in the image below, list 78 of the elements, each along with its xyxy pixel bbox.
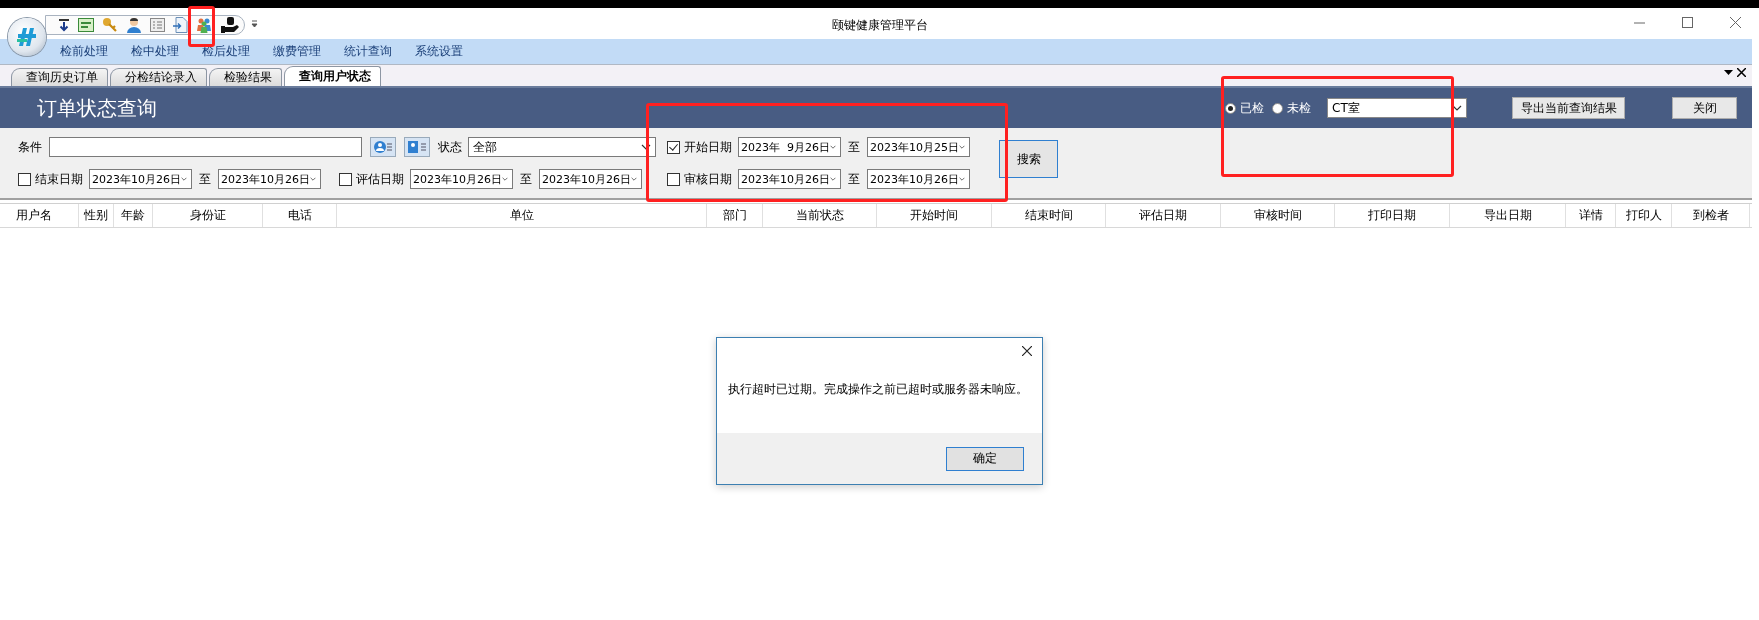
close-icon[interactable] (1737, 68, 1746, 77)
status-label: 状态 (438, 138, 463, 156)
column-header[interactable]: 详情 (1566, 204, 1616, 227)
ok-button[interactable]: 确定 (946, 446, 1024, 471)
range-separator: 至 (847, 138, 861, 156)
date-filter-label: 审核日期 (684, 170, 733, 188)
export-button[interactable]: 导出当前查询结果 (1512, 97, 1625, 119)
menu-item[interactable]: 缴费管理 (273, 43, 344, 60)
menu-item[interactable]: 统计查询 (344, 43, 415, 60)
person-hand-icon[interactable] (220, 17, 240, 33)
column-header[interactable]: 年龄 (114, 204, 153, 227)
download-arrow-icon[interactable] (58, 18, 70, 32)
date-picker[interactable]: 2023年10月26日 (867, 169, 970, 189)
date-picker[interactable]: 2023年10月26日 (738, 169, 841, 189)
error-message: 执行超时已过期。完成操作之前已超时或服务器未响应。 (728, 381, 1028, 398)
radio-label: 未检 (1287, 99, 1311, 117)
app-logo-icon[interactable] (8, 18, 46, 56)
date-picker[interactable]: 2023年10月26日 (89, 169, 192, 189)
menu-item[interactable]: 系统设置 (415, 43, 486, 60)
checkbox[interactable] (667, 140, 680, 154)
room-select[interactable]: CT室 (1327, 98, 1467, 118)
column-header[interactable]: 导出日期 (1450, 204, 1566, 227)
column-header[interactable]: 打印日期 (1335, 204, 1450, 227)
column-header[interactable]: 开始时间 (877, 204, 992, 227)
dropdown-arrow-icon[interactable] (251, 20, 258, 28)
id-card-icon[interactable] (404, 137, 430, 157)
document-arrow-icon[interactable] (173, 17, 188, 33)
column-header[interactable]: 性别 (79, 204, 114, 227)
checkbox[interactable] (339, 172, 352, 186)
column-header[interactable]: 结束时间 (992, 204, 1106, 227)
date-filter-label: 评估日期 (356, 170, 405, 188)
key-icon[interactable] (102, 17, 118, 33)
people-group-icon[interactable] (196, 17, 212, 33)
close-icon[interactable] (1022, 346, 1032, 356)
search-button[interactable]: 搜索 (999, 140, 1058, 178)
range-separator: 至 (198, 170, 212, 188)
list-icon[interactable] (150, 18, 165, 32)
date-filter-label: 结束日期 (35, 170, 84, 188)
date-picker[interactable]: 2023年10月26日 (539, 169, 642, 189)
range-separator: 至 (847, 170, 861, 188)
tab[interactable]: 检验结果 (209, 68, 282, 86)
radio-button[interactable] (1272, 102, 1283, 114)
dropdown-arrow-icon[interactable] (1724, 68, 1733, 77)
tab[interactable]: 查询用户状态 (284, 66, 381, 86)
date-picker[interactable]: 2023年10月25日 (867, 137, 970, 157)
checkbox[interactable] (667, 172, 680, 186)
date-filter-label: 开始日期 (684, 138, 733, 156)
menu-item[interactable]: 检前处理 (60, 43, 131, 60)
date-picker[interactable]: 2023年10月26日 (218, 169, 321, 189)
column-header[interactable]: 到检者 (1672, 204, 1750, 227)
condition-label: 条件 (18, 138, 43, 156)
column-header[interactable]: 电话 (263, 204, 337, 227)
column-header[interactable]: 打印人 (1616, 204, 1672, 227)
column-header[interactable]: 评估日期 (1106, 204, 1221, 227)
tab[interactable]: 分检结论录入 (110, 68, 207, 86)
highlight-frame (188, 6, 215, 47)
tab[interactable]: 查询历史订单 (11, 68, 108, 86)
condition-field[interactable] (49, 137, 362, 157)
column-header[interactable]: 单位 (337, 204, 707, 227)
column-header[interactable]: 审核时间 (1221, 204, 1335, 227)
form-icon[interactable] (78, 18, 94, 32)
radio-button[interactable] (1225, 102, 1236, 114)
column-header[interactable]: 部门 (707, 204, 763, 227)
column-header[interactable]: 用户名 (0, 204, 79, 227)
window-title: 颐键健康管理平台 (831, 18, 928, 32)
close-button[interactable]: 关闭 (1672, 97, 1737, 119)
person-card-icon[interactable] (370, 137, 396, 157)
radio-label: 已检 (1240, 99, 1264, 117)
status-select[interactable]: 全部 (468, 137, 656, 157)
column-header[interactable]: 身份证 (153, 204, 263, 227)
user-icon[interactable] (126, 17, 142, 33)
page-title: 订单状态查询 (37, 94, 157, 122)
date-picker[interactable]: 2023年 9月26日 (738, 137, 841, 157)
checkbox[interactable] (18, 172, 31, 186)
date-picker[interactable]: 2023年10月26日 (410, 169, 513, 189)
menu-item[interactable]: 检中处理 (131, 43, 202, 60)
range-separator: 至 (519, 170, 533, 188)
column-header[interactable]: 当前状态 (763, 204, 877, 227)
